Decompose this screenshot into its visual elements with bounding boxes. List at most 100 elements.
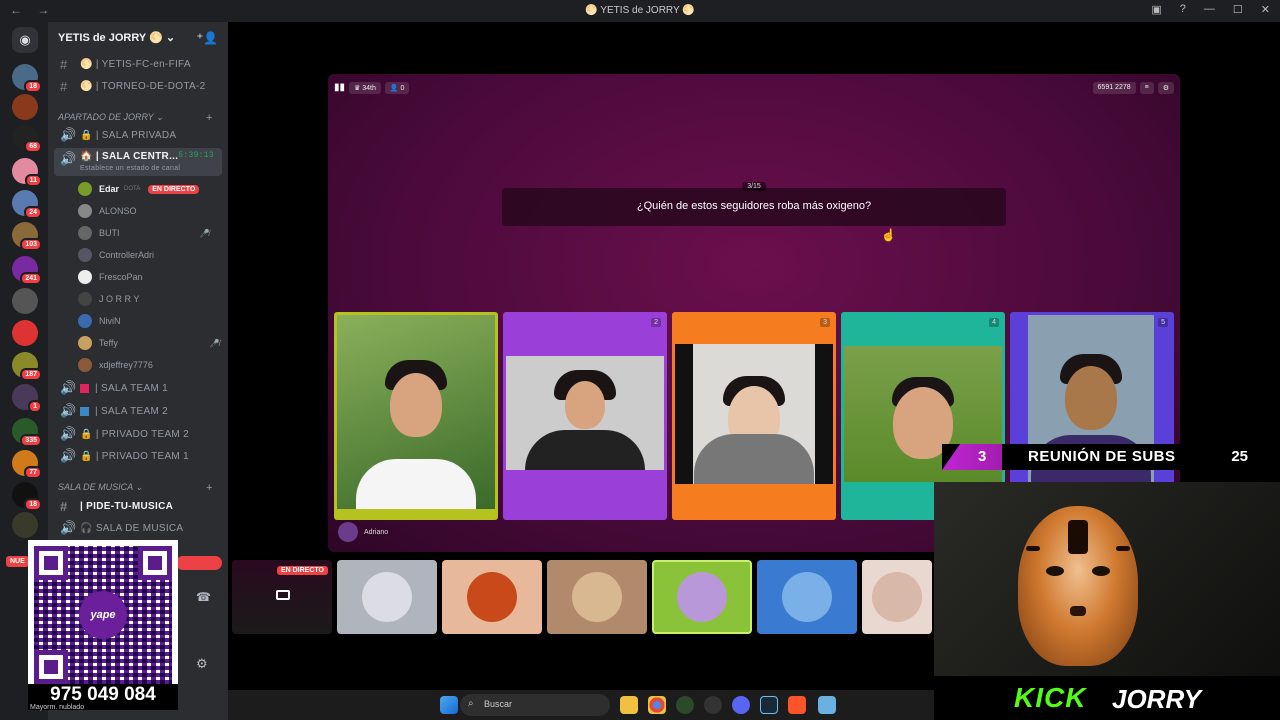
user-name: FrescoPan (99, 272, 143, 282)
speaker-icon: 🔊 (60, 151, 77, 166)
voice-privado-team-1[interactable]: 🔊 🔒 | PRIVADO TEAM 1 (54, 446, 222, 466)
speaker-icon: 🔊 (60, 127, 77, 142)
server-icon[interactable]: 241 (12, 256, 42, 285)
server-icon[interactable]: 77 (12, 450, 42, 479)
server-icon[interactable]: 11 (12, 158, 42, 187)
participant-tile[interactable] (442, 560, 542, 634)
avatar (78, 182, 92, 196)
gear-icon[interactable]: ⚙ (196, 656, 208, 672)
server-icon[interactable]: 335 (12, 418, 42, 447)
voice-privado-team-2[interactable]: 🔊 🔒 | PRIVADO TEAM 2 (54, 424, 222, 444)
search-icon: ⌕ (468, 698, 474, 709)
answer-card[interactable]: 1 (334, 312, 498, 520)
weather-widget[interactable]: Mayorm. nublado (30, 704, 84, 711)
obs-icon[interactable] (704, 696, 722, 714)
voice-sala-privada[interactable]: 🔊 🔒 | SALA PRIVADA (54, 125, 222, 145)
speaker-icon: 🔊 (60, 403, 77, 418)
speaker-icon: 🔊 (60, 520, 77, 535)
server-icon[interactable]: 18 (12, 64, 42, 93)
menu-icon[interactable]: ≡ (1139, 82, 1154, 94)
participant-tile-speaking[interactable] (652, 560, 752, 634)
quiz-header-left: ▮▮ ♛ 34th 👤 0 (334, 82, 410, 94)
taskbar-search[interactable]: ⌕ Buscar (460, 694, 610, 716)
qr-finder (138, 546, 172, 580)
notepad-icon[interactable] (818, 696, 836, 714)
voice-sala-team-1[interactable]: 🔊 | SALA TEAM 1 (54, 378, 222, 398)
unread-bar[interactable] (176, 556, 222, 570)
chrome-icon[interactable] (648, 696, 666, 714)
server-icon[interactable] (12, 320, 38, 346)
voice-user[interactable]: J O R R Y (78, 290, 139, 308)
category-sala-musica[interactable]: SALA DE MUSICA ⌄ + (58, 482, 212, 494)
server-icon[interactable]: 18 (12, 482, 42, 511)
participant-photo (337, 315, 495, 509)
voice-user[interactable]: BUTI 🎤̸ (78, 224, 209, 242)
voice-sala-team-2[interactable]: 🔊 | SALA TEAM 2 (54, 401, 222, 421)
speaker-icon: 🔊 (60, 426, 77, 441)
participant-tile[interactable] (862, 560, 932, 634)
server-header[interactable]: YETIS de JORRY 🌕 ⌄ ⁺👤 (48, 22, 228, 54)
voice-user[interactable]: FrescoPan (78, 268, 143, 286)
channel-pide-tu-musica[interactable]: # | PIDE-TU-MUSICA (54, 496, 222, 516)
minimize-icon[interactable]: — (1204, 3, 1215, 16)
voice-user[interactable]: Edar DOTA EN DIRECTO (78, 180, 200, 198)
participant-tile[interactable] (547, 560, 647, 634)
voice-user[interactable]: ControllerAdri (78, 246, 154, 264)
answer-card[interactable]: 3 (672, 312, 836, 520)
qr-finder (34, 546, 68, 580)
category-apartado-jorry[interactable]: APARTADO DE JORRY ⌄ + (58, 112, 212, 124)
voice-user[interactable]: ALONSO (78, 202, 137, 220)
voice-sala-central[interactable]: 🔊 🏠 | SALA CENTR... 5:39:13 Establece un… (54, 148, 222, 176)
windows-start-icon[interactable] (440, 696, 458, 714)
add-channel-icon[interactable]: + (206, 112, 212, 124)
players-pill: 👤 0 (384, 82, 410, 94)
voice-user[interactable]: Teffy 🎤̸ (78, 334, 220, 352)
server-icon[interactable] (12, 288, 38, 314)
inbox-icon[interactable]: ▣ (1151, 3, 1161, 16)
participant-tile[interactable] (757, 560, 857, 634)
qr-finder (34, 650, 68, 684)
channel-yetis-fifa[interactable]: # 🌕 | YETIS-FC-en-FIFA (54, 54, 222, 74)
mention-badge: 103 (20, 238, 42, 251)
live-stream-tile[interactable]: EN DIRECTO (232, 560, 332, 634)
help-icon[interactable]: ? (1180, 3, 1186, 16)
server-icon[interactable]: 103 (12, 222, 42, 251)
steam-icon[interactable] (760, 696, 778, 714)
window-title: 🌕 YETIS de JORRY 🌕 (585, 5, 695, 16)
file-explorer-icon[interactable] (620, 696, 638, 714)
server-icon[interactable]: 187 (12, 352, 42, 381)
category-label: APARTADO DE JORRY (58, 112, 154, 122)
window-controls: ▣ ? — ☐ ✕ (1151, 3, 1270, 16)
streamer-name: JORRY (1112, 684, 1202, 714)
server-icon[interactable] (12, 94, 38, 120)
voice-user[interactable]: NiviN (78, 312, 121, 330)
server-icon[interactable] (12, 512, 38, 538)
add-user-icon[interactable]: ⁺👤 (197, 31, 218, 45)
live-badge: EN DIRECTO (276, 566, 328, 575)
brave-icon[interactable] (788, 696, 806, 714)
voice-user[interactable]: xdjeffrey7776 (78, 356, 153, 374)
server-icon[interactable]: 68 (12, 124, 42, 153)
hash-icon: # (60, 78, 68, 94)
current-player: Adriano (338, 522, 388, 542)
channel-torneo-dota[interactable]: # 🌕 | TORNEO-DE-DOTA-2 (54, 76, 222, 96)
participant-tile[interactable] (337, 560, 437, 634)
channel-status[interactable]: Establece un estado de canal (80, 165, 180, 172)
server-icon[interactable]: 1 (12, 384, 42, 413)
discord-icon[interactable] (732, 696, 750, 714)
card-number: 2 (651, 318, 661, 327)
windows-taskbar: ⌕ Buscar (228, 690, 934, 720)
discord-home-icon[interactable]: ◉ (12, 27, 38, 53)
disconnect-icon[interactable]: ☎ (196, 590, 211, 604)
yape-qr-code: yape (28, 540, 178, 690)
avatar (362, 572, 412, 622)
voice-sala-musica[interactable]: 🔊 🎧 SALA DE MUSICA (54, 518, 222, 538)
channel-label: | SALA TEAM 1 (95, 382, 169, 394)
answer-card[interactable]: 2 (503, 312, 667, 520)
settings-icon[interactable]: ⚙ (1157, 82, 1174, 94)
maximize-icon[interactable]: ☐ (1233, 3, 1243, 16)
close-icon[interactable]: ✕ (1261, 3, 1270, 16)
app-icon[interactable] (676, 696, 694, 714)
add-channel-icon[interactable]: + (206, 482, 212, 494)
server-icon[interactable]: 24 (12, 190, 42, 219)
